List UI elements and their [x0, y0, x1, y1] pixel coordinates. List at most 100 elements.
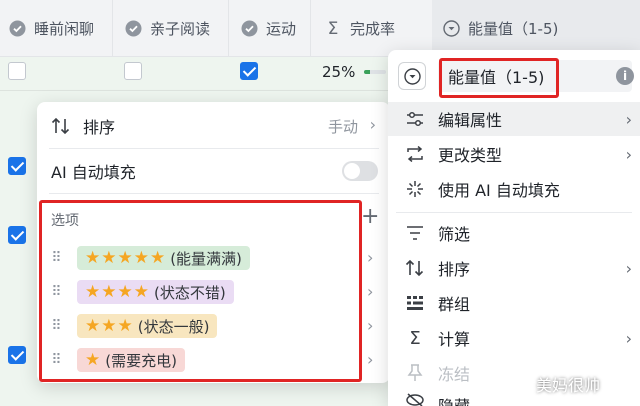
chevron-right-icon: › [369, 115, 376, 134]
row-checkbox-family-reading[interactable] [124, 62, 142, 80]
column-header-family-reading[interactable]: 亲子阅读 [124, 0, 210, 57]
column-header-label: 亲子阅读 [150, 20, 211, 38]
menu-item-change-type[interactable]: 更改类型 › [388, 137, 640, 171]
add-option-button[interactable]: + [361, 204, 379, 229]
option-text: (状态不错) [153, 283, 226, 302]
chevron-right-icon: › [625, 109, 632, 129]
column-header-completion-rate[interactable]: Σ 完成率 [324, 0, 395, 57]
menu-item-label: 更改类型 [438, 146, 503, 165]
completion-rate-value: 25% [322, 63, 356, 81]
field-name-text: 能量值（1-5) [448, 68, 545, 87]
field-context-menu: 能量值（1-5) i 编辑属性 › 更改类型 › 使用 AI 自动填充 筛选 排… [388, 50, 640, 406]
column-header-label: 能量值（1-5) [468, 20, 559, 38]
ai-fill-row: AI 自动填充 [37, 155, 390, 187]
checkbox-field-icon [124, 20, 142, 38]
single-select-field-icon [442, 20, 460, 38]
chevron-right-icon: › [367, 282, 374, 301]
sort-icon [404, 259, 426, 277]
menu-item-hide[interactable]: 隐藏 [388, 391, 640, 406]
column-header-exercise[interactable]: 运动 [240, 0, 296, 57]
stars-icon: ★★★★ [85, 282, 150, 302]
option-tag: ★ (需要充电) [77, 348, 185, 372]
checkbox-field-icon [8, 20, 26, 38]
drag-handle-icon[interactable]: ⠿ [49, 352, 63, 368]
field-type-button[interactable] [398, 62, 426, 90]
left-row-checkbox[interactable] [8, 346, 26, 364]
option-tag: ★★★★ (状态不错) [77, 280, 234, 304]
row-checkbox-exercise[interactable] [240, 62, 258, 80]
pin-icon [404, 364, 426, 382]
sort-label: 排序 [83, 118, 116, 137]
completion-progress-bar [364, 70, 386, 74]
menu-item-group[interactable]: 群组 [388, 286, 640, 320]
drag-handle-icon[interactable]: ⠿ [49, 250, 63, 266]
divider [396, 212, 632, 213]
ai-fill-label: AI 自动填充 [51, 163, 136, 182]
chevron-right-icon: › [367, 248, 374, 267]
table-header: 睡前闲聊 亲子阅读 运动 Σ 完成率 能量值（1-5) [0, 0, 640, 406]
group-icon [404, 295, 426, 311]
menu-item-calculate[interactable]: Σ 计算 › [388, 321, 640, 355]
sort-row[interactable]: 排序 手动 › [37, 110, 390, 142]
chevron-right-icon: › [367, 350, 374, 369]
option-tag: ★★★ (状态一般) [77, 314, 218, 338]
single-select-field-icon [403, 67, 421, 85]
filter-icon [404, 226, 426, 240]
stars-icon: ★ [85, 350, 102, 370]
stars-icon: ★★★ [85, 316, 134, 336]
sigma-icon: Σ [409, 327, 421, 349]
menu-item-label: 冻结 [438, 365, 471, 384]
checkbox-field-icon [240, 20, 258, 38]
column-header-label: 完成率 [350, 20, 396, 38]
options-title: 选项 [51, 213, 79, 229]
option-row[interactable]: ⠿ ★★★★★ (能量满满) [49, 244, 379, 272]
menu-item-label: 编辑属性 [438, 111, 503, 130]
menu-item-freeze[interactable]: 冻结 [388, 356, 640, 390]
option-row[interactable]: ⠿ ★★★ (状态一般) [49, 312, 379, 340]
info-icon[interactable]: i [616, 67, 634, 85]
column-header-label: 睡前闲聊 [34, 20, 95, 38]
option-row[interactable]: ⠿ ★★★★ (状态不错) [49, 278, 379, 306]
field-name-input[interactable]: 能量值（1-5) [438, 60, 632, 92]
chevron-right-icon: › [625, 328, 632, 348]
swap-icon [404, 146, 426, 162]
menu-item-label: 隐藏 [438, 393, 470, 406]
option-row[interactable]: ⠿ ★ (需要充电) [49, 346, 379, 374]
drag-handle-icon[interactable]: ⠿ [49, 318, 63, 334]
menu-item-label: 使用 AI 自动填充 [438, 181, 560, 200]
column-header-energy[interactable]: 能量值（1-5) [432, 0, 640, 57]
sigma-formula-icon: Σ [327, 18, 339, 39]
sparkle-icon [404, 180, 426, 198]
stars-icon: ★★★★★ [85, 248, 167, 268]
divider [49, 148, 379, 149]
sort-value: 手动 [327, 117, 358, 136]
option-tag: ★★★★★ (能量满满) [77, 246, 250, 270]
drag-handle-icon[interactable]: ⠿ [49, 284, 63, 300]
ai-fill-toggle[interactable] [342, 161, 378, 181]
menu-item-filter[interactable]: 筛选 [388, 216, 640, 250]
left-row-checkbox[interactable] [8, 226, 26, 244]
chevron-right-icon: › [625, 144, 632, 164]
option-text: (需要充电) [105, 351, 177, 370]
divider [49, 193, 379, 194]
left-row-checkbox[interactable] [8, 157, 26, 175]
menu-item-label: 计算 [438, 330, 471, 349]
menu-item-ai-autofill[interactable]: 使用 AI 自动填充 [388, 172, 640, 206]
watermark: 美妈很帅 [536, 376, 601, 395]
chevron-right-icon: › [625, 258, 632, 278]
sort-icon [51, 117, 71, 135]
menu-item-label: 群组 [438, 295, 471, 314]
menu-item-sort[interactable]: 排序 › [388, 251, 640, 285]
menu-item-label: 筛选 [438, 225, 471, 244]
sliders-icon [404, 111, 426, 127]
field-name-header: 能量值（1-5) i [388, 50, 640, 102]
column-header-label: 运动 [266, 20, 297, 38]
chevron-right-icon: › [367, 316, 374, 335]
row-checkbox-bedtime-chat[interactable] [8, 62, 26, 80]
field-options-popup: 排序 手动 › AI 自动填充 选项 + ⠿ ★★★★★ (能量满满) ⠿ ★★… [37, 102, 390, 383]
menu-item-label: 排序 [438, 260, 471, 279]
column-header-bedtime-chat[interactable]: 睡前闲聊 [8, 0, 94, 57]
option-text: (能量满满) [170, 249, 242, 268]
hide-icon [404, 393, 426, 406]
menu-item-edit-properties[interactable]: 编辑属性 › [388, 102, 640, 136]
